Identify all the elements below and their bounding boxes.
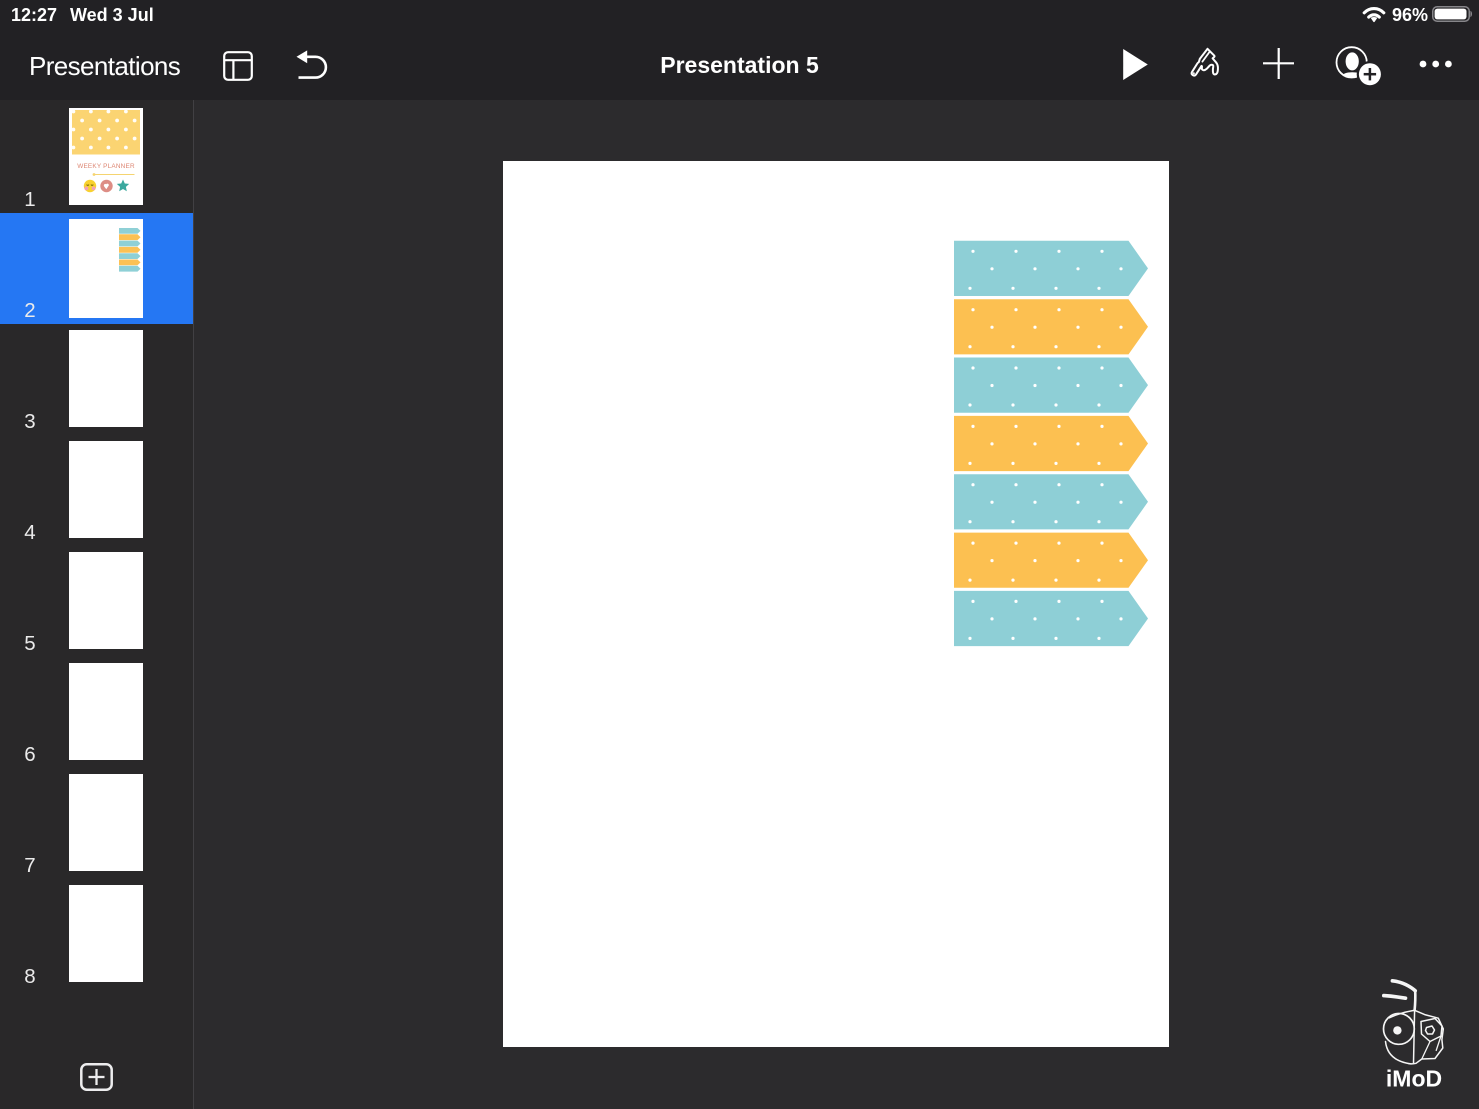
svg-text:iMoD: iMoD [1386,1066,1442,1092]
svg-text:WEEKY PLANNER: WEEKY PLANNER [77,163,135,170]
